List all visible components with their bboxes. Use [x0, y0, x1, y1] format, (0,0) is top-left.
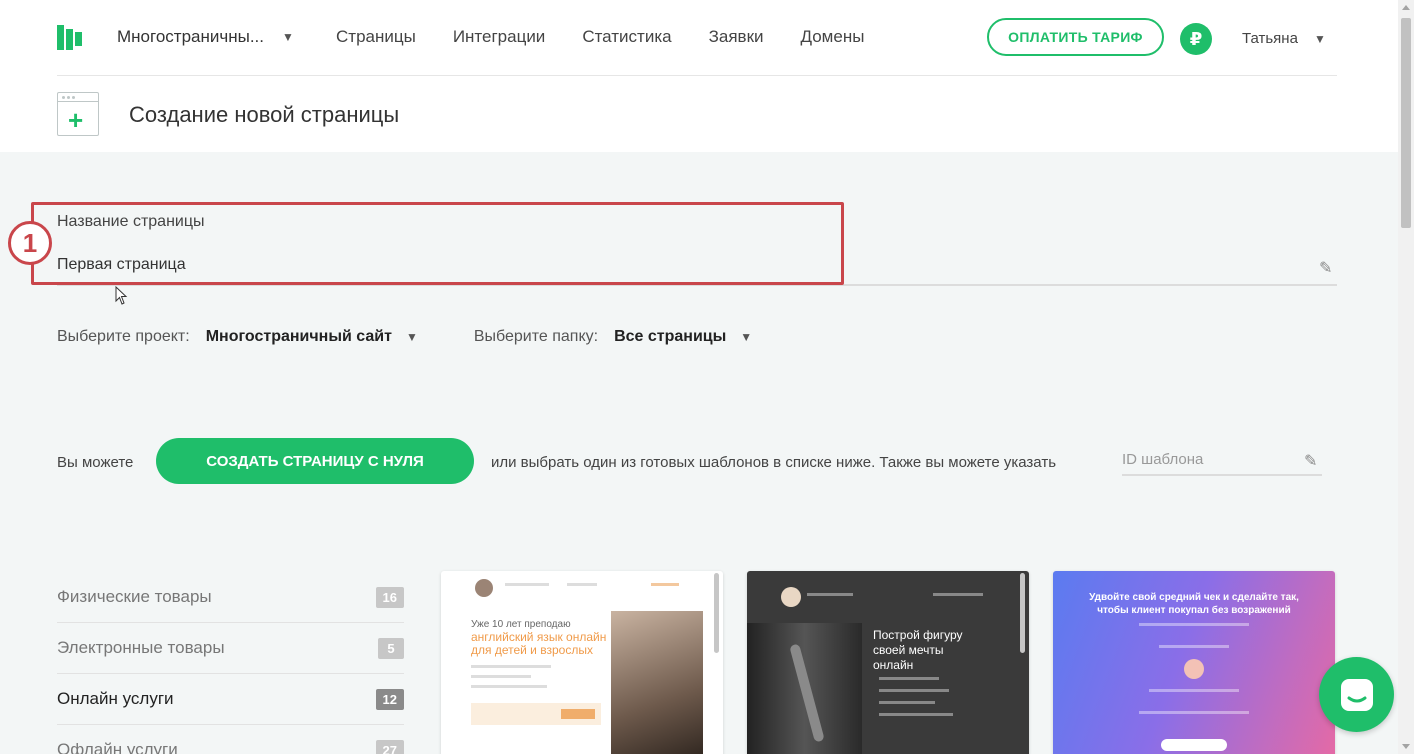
page-title: Создание новой страницы — [129, 102, 400, 127]
category-label: Электронные товары — [57, 638, 225, 657]
menu-item-domains[interactable]: Домены — [801, 27, 865, 47]
avatar — [1184, 659, 1204, 679]
chat-button[interactable] — [1319, 657, 1394, 732]
category-label: Физические товары — [57, 587, 212, 606]
project-dropdown[interactable]: Многостраничный сайт — [206, 328, 392, 346]
mouse-cursor-icon — [115, 286, 128, 305]
menu-item-pages[interactable]: Страницы — [336, 27, 416, 47]
scroll-thumb[interactable] — [1401, 18, 1411, 228]
category-label: Онлайн услуги — [57, 689, 174, 708]
project-label: Выберите проект: — [57, 328, 190, 345]
project-folder-row: Выберите проект: Многостраничный сайт ▼ … — [57, 328, 752, 346]
choose-template-text: или выбрать один из готовых шаблонов в с… — [491, 454, 1057, 471]
template-subhead: английский язык онлайн для детей и взрос… — [471, 630, 607, 657]
balance-icon[interactable]: ₽ — [1180, 23, 1212, 55]
category-count-badge: 16 — [375, 586, 404, 608]
project-select[interactable]: Многостраничны... ▼ — [117, 27, 294, 47]
folder-label: Выберите папку: — [473, 328, 599, 345]
pencil-icon[interactable]: ✎ — [1304, 451, 1317, 471]
template-headline: Уже 10 лет преподаю — [471, 619, 571, 630]
chevron-down-icon: ▼ — [1313, 31, 1326, 46]
main-nav: Многостраничны... ▼ Страницы Интеграции … — [57, 0, 1337, 76]
template-card[interactable]: Построй фигуру своей мечты онлайн — [747, 571, 1029, 754]
template-headline: Удвойте свой средний чек и сделайте так,… — [1089, 592, 1299, 616]
category-item-offline-services[interactable]: Офлайн услуги 27 — [57, 725, 404, 754]
category-count-badge: 12 — [375, 688, 404, 710]
category-item-physical-goods[interactable]: Физические товары 16 — [57, 572, 404, 623]
template-photo — [747, 623, 862, 754]
category-count-badge: 27 — [375, 739, 404, 754]
page-scrollbar[interactable] — [1398, 0, 1414, 754]
project-select-label: Многостраничны... — [117, 27, 264, 46]
category-list: Физические товары 16 Электронные товары … — [57, 572, 404, 754]
template-scrollbar[interactable] — [714, 573, 719, 653]
template-card[interactable]: Уже 10 лет преподаю английский язык онла… — [441, 571, 723, 754]
template-cta — [1161, 739, 1227, 751]
you-can-text: Вы можете — [57, 454, 134, 471]
menu-item-requests[interactable]: Заявки — [709, 27, 764, 47]
avatar — [475, 579, 493, 597]
menu-item-integrations[interactable]: Интеграции — [453, 27, 546, 47]
create-row: Вы можете СОЗДАТЬ СТРАНИЦУ С НУЛЯ или вы… — [57, 438, 1327, 484]
template-id-input[interactable] — [1122, 444, 1322, 476]
user-name: Татьяна — [1242, 30, 1298, 47]
category-item-online-services[interactable]: Онлайн услуги 12 — [57, 674, 404, 725]
scroll-up-icon[interactable] — [1402, 5, 1410, 10]
top-bar: Многостраничны... ▼ Страницы Интеграции … — [0, 0, 1398, 152]
step-badge: 1 — [8, 221, 52, 265]
menu-item-statistics[interactable]: Статистика — [582, 27, 671, 47]
category-item-digital-goods[interactable]: Электронные товары 5 — [57, 623, 404, 674]
logo-icon[interactable] — [57, 25, 83, 50]
highlight-frame — [31, 202, 844, 285]
create-from-scratch-button[interactable]: СОЗДАТЬ СТРАНИЦУ С НУЛЯ — [156, 438, 474, 484]
template-card[interactable]: Удвойте свой средний чек и сделайте так,… — [1053, 571, 1335, 754]
scroll-down-icon[interactable] — [1402, 744, 1410, 749]
template-cta — [471, 703, 601, 725]
chevron-down-icon[interactable]: ▼ — [406, 330, 418, 344]
top-menu: Страницы Интеграции Статистика Заявки До… — [336, 27, 864, 47]
user-menu[interactable]: Татьяна ▼ — [1242, 30, 1326, 47]
page-header: + Создание новой страницы — [57, 92, 957, 136]
category-label: Офлайн услуги — [57, 740, 178, 754]
template-scrollbar[interactable] — [1020, 573, 1025, 653]
new-page-icon: + — [57, 92, 99, 136]
template-headline: Построй фигуру своей мечты онлайн — [873, 628, 963, 672]
chat-icon — [1340, 678, 1373, 711]
avatar — [781, 587, 801, 607]
category-count-badge: 5 — [378, 637, 404, 659]
pay-tariff-button[interactable]: ОПЛАТИТЬ ТАРИФ — [987, 18, 1164, 56]
template-photo — [611, 611, 703, 754]
chevron-down-icon: ▼ — [282, 30, 294, 44]
chevron-down-icon[interactable]: ▼ — [740, 330, 752, 344]
pencil-icon[interactable]: ✎ — [1319, 258, 1332, 278]
folder-dropdown[interactable]: Все страницы — [614, 328, 726, 346]
